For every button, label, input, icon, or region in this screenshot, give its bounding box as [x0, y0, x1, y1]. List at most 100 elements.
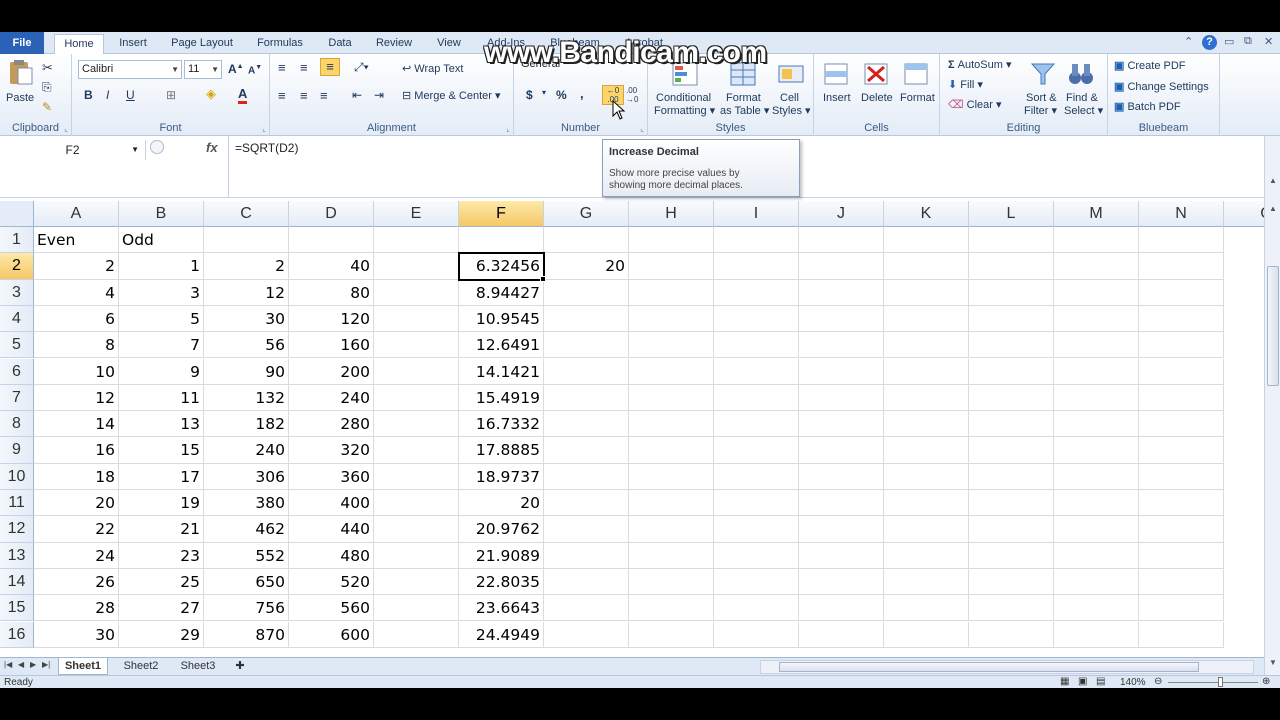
row-header[interactable]: 7	[0, 384, 34, 412]
cell[interactable]	[799, 305, 884, 333]
top-align-icon[interactable]: ≡	[278, 60, 286, 75]
cell[interactable]: 132	[204, 384, 289, 412]
cell[interactable]	[1139, 437, 1224, 464]
create-pdf-button[interactable]: ▣ Create PDF	[1114, 59, 1186, 72]
last-sheet-icon[interactable]: ▶|	[42, 660, 50, 669]
copy-icon[interactable]: ⎘	[42, 80, 52, 95]
cell[interactable]	[544, 227, 629, 254]
cell[interactable]	[714, 516, 799, 543]
cell[interactable]: 30	[204, 305, 289, 333]
row-header[interactable]: 15	[0, 595, 34, 622]
currency-dropdown-icon[interactable]: ▾	[542, 88, 546, 97]
cell[interactable]	[374, 542, 459, 569]
column-header-n[interactable]: N	[1139, 201, 1224, 227]
cell[interactable]	[544, 621, 629, 648]
page-layout-view-icon[interactable]: ▣	[1078, 676, 1087, 687]
cell[interactable]	[969, 621, 1054, 648]
cell[interactable]	[544, 358, 629, 385]
cell[interactable]: 200	[289, 358, 374, 385]
increase-indent-icon[interactable]: ⇥	[374, 88, 384, 102]
cell[interactable]: 20.9762	[459, 516, 544, 543]
autosum-button[interactable]: Σ AutoSum ▾	[948, 58, 1012, 71]
font-name-combo[interactable]: Calibri ▼	[78, 60, 182, 79]
cell[interactable]	[714, 253, 799, 280]
tab-data[interactable]: Data	[322, 34, 358, 54]
cell[interactable]: Even	[34, 227, 119, 254]
cell[interactable]	[884, 358, 969, 385]
cell[interactable]	[544, 595, 629, 622]
cell[interactable]: 56	[204, 332, 289, 359]
cell[interactable]	[714, 411, 799, 438]
cell[interactable]	[1139, 621, 1224, 648]
cell[interactable]: 26	[34, 568, 119, 596]
cell[interactable]	[629, 332, 714, 359]
cell[interactable]: 8.94427	[459, 279, 544, 306]
fill-handle[interactable]	[540, 275, 546, 282]
cell[interactable]	[374, 305, 459, 333]
cell[interactable]	[969, 358, 1054, 385]
zoom-slider[interactable]	[1168, 682, 1258, 683]
cell[interactable]	[544, 568, 629, 596]
row-header[interactable]: 4	[0, 305, 34, 333]
cell[interactable]: 520	[289, 568, 374, 596]
cell[interactable]: 280	[289, 411, 374, 438]
cell[interactable]	[374, 279, 459, 306]
cell[interactable]	[799, 490, 884, 517]
cell[interactable]	[714, 542, 799, 569]
cell[interactable]: 20	[544, 253, 629, 280]
cell[interactable]: 552	[204, 542, 289, 569]
cell[interactable]: 12.6491	[459, 332, 544, 359]
zoom-slider-thumb[interactable]	[1218, 677, 1223, 687]
cell[interactable]: 22	[34, 516, 119, 543]
cell[interactable]: 440	[289, 516, 374, 543]
cell[interactable]	[969, 411, 1054, 438]
cell[interactable]	[714, 621, 799, 648]
tab-formulas[interactable]: Formulas	[250, 34, 310, 54]
cell[interactable]	[1054, 463, 1139, 490]
cell[interactable]	[629, 384, 714, 412]
cell[interactable]	[1139, 568, 1224, 596]
row-header[interactable]: 10	[0, 463, 34, 490]
close-icon[interactable]: ✕	[1264, 35, 1273, 48]
cell[interactable]: 380	[204, 490, 289, 517]
align-left-icon[interactable]: ≡	[278, 88, 286, 103]
cell[interactable]: 240	[204, 437, 289, 464]
cell[interactable]: 15	[119, 437, 204, 464]
cell[interactable]	[459, 227, 544, 254]
column-header-l[interactable]: L	[969, 201, 1054, 227]
cell[interactable]	[629, 621, 714, 648]
cell[interactable]	[629, 253, 714, 280]
cell[interactable]	[884, 463, 969, 490]
row-header[interactable]: 1	[0, 227, 34, 254]
cell[interactable]: 23	[119, 542, 204, 569]
cell[interactable]	[374, 463, 459, 490]
cell[interactable]: 18.9737	[459, 463, 544, 490]
cell[interactable]	[884, 384, 969, 412]
cell[interactable]: 600	[289, 621, 374, 648]
column-header-c[interactable]: C	[1224, 201, 1264, 227]
cell[interactable]	[544, 463, 629, 490]
cell[interactable]	[714, 227, 799, 254]
name-box[interactable]: F2 ▼	[0, 140, 146, 160]
cell[interactable]	[969, 279, 1054, 306]
cell[interactable]: 10.9545	[459, 305, 544, 333]
cell[interactable]	[1054, 305, 1139, 333]
column-header-c[interactable]: C	[204, 201, 289, 227]
alignment-launcher-icon[interactable]: ⌞	[506, 124, 510, 133]
cell[interactable]	[544, 384, 629, 412]
currency-button[interactable]: $	[526, 88, 533, 102]
decrease-decimal-icon[interactable]: .00 →0	[626, 86, 638, 104]
cell[interactable]: 11	[119, 384, 204, 412]
column-header-m[interactable]: M	[1054, 201, 1139, 227]
cell[interactable]	[969, 568, 1054, 596]
cell[interactable]: 12	[34, 384, 119, 412]
cell[interactable]	[799, 279, 884, 306]
cell[interactable]	[289, 227, 374, 254]
cell[interactable]	[629, 227, 714, 254]
cell[interactable]: 9	[119, 358, 204, 385]
next-sheet-icon[interactable]: ▶	[30, 660, 36, 669]
borders-icon[interactable]: ⊞	[166, 88, 176, 102]
cell-styles-button[interactable]: Cell	[780, 92, 799, 104]
insert-sheet-icon[interactable]: ✚	[230, 658, 250, 675]
cell[interactable]: 182	[204, 411, 289, 438]
